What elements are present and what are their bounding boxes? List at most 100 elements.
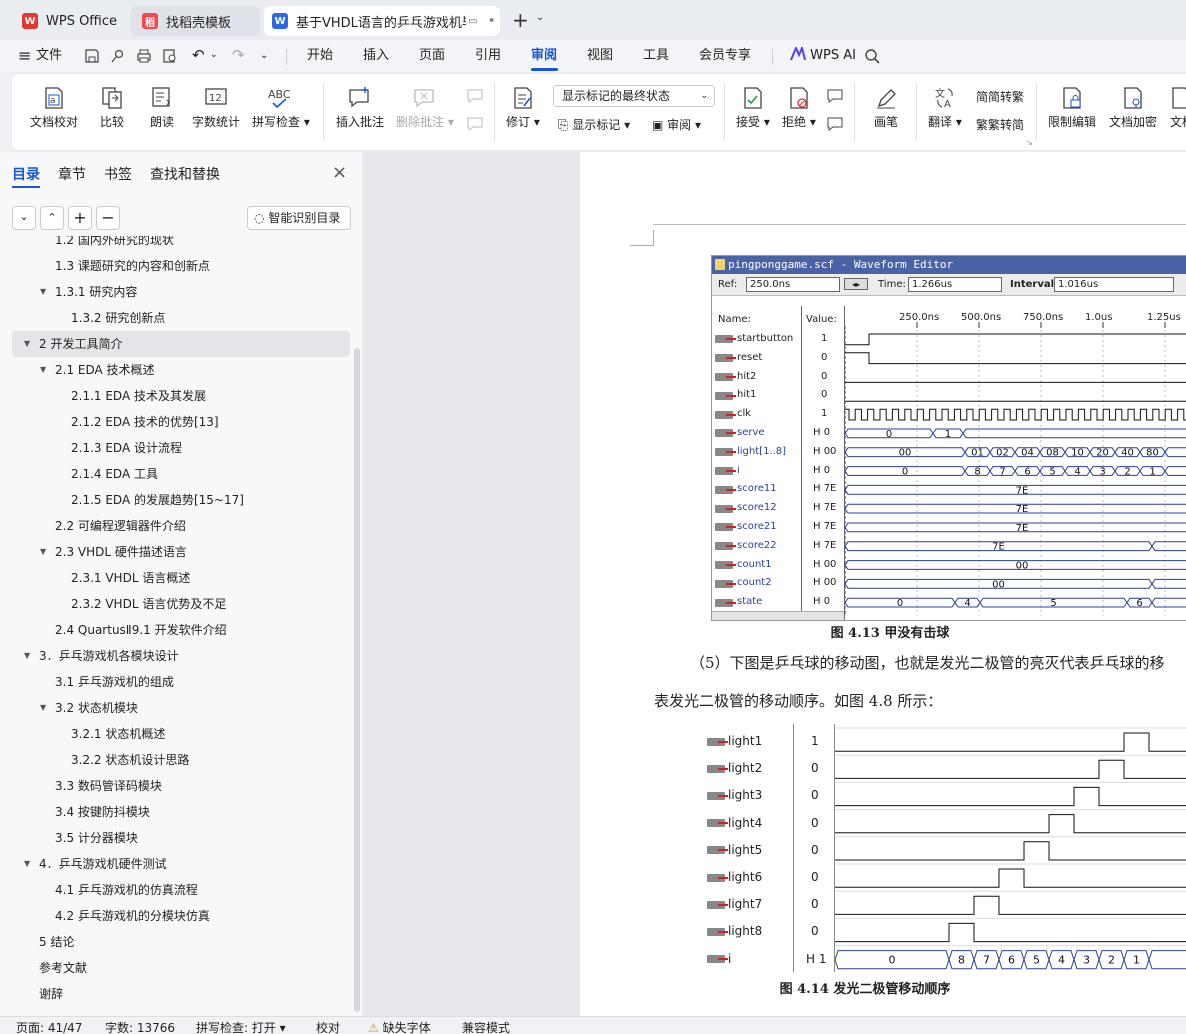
toc-item[interactable]: 3.4 按键防抖模块: [0, 799, 350, 825]
menu-references[interactable]: 引用: [475, 40, 501, 72]
tab-list-chevron-icon[interactable]: ⌄: [536, 12, 544, 23]
review-pane-button[interactable]: ▣ 审阅 ▾: [652, 116, 701, 133]
new-tab-plus-icon[interactable]: +: [512, 8, 529, 32]
undo-dropdown-icon[interactable]: ⌄: [210, 40, 218, 72]
toc-item[interactable]: 3.3 数码管译码模块: [0, 773, 350, 799]
compat-mode-status[interactable]: 兼容模式: [462, 1019, 510, 1034]
spell-check-button[interactable]: ABC 拼写检查 ▾: [252, 86, 310, 130]
pen-button[interactable]: 画笔: [874, 86, 898, 130]
toc-item[interactable]: 2.1.1 EDA 技术及其发展: [0, 383, 350, 409]
expand-triangle-icon[interactable]: ▼: [40, 539, 46, 565]
toc-item[interactable]: 2.4 QuartusⅡ9.1 开发软件介绍: [0, 617, 350, 643]
toc-item[interactable]: 2.1 EDA 技术概述 ▼: [0, 357, 350, 383]
prev-comment-icon[interactable]: [466, 88, 484, 107]
toc-item[interactable]: 3．乒乓游戏机各模块设计 ▼: [0, 643, 350, 669]
expand-triangle-icon[interactable]: ▼: [40, 695, 46, 721]
hamburger-icon[interactable]: ≡: [18, 40, 31, 72]
toc-item[interactable]: 4．乒乓游戏机硬件测试 ▼: [0, 851, 350, 877]
add-level-button[interactable]: +: [68, 206, 92, 230]
wps-ai-button[interactable]: WPS AI: [790, 40, 856, 72]
toc-item[interactable]: 2.3.1 VHDL 语言概述: [0, 565, 350, 591]
spell-check-status[interactable]: 拼写检查: 打开 ▾: [196, 1019, 286, 1034]
next-comment-icon[interactable]: [466, 116, 484, 135]
track-changes-button[interactable]: 修订 ▾: [506, 86, 540, 130]
menu-page[interactable]: 页面: [419, 40, 445, 72]
doc-check-button[interactable]: a 文档校对: [30, 86, 78, 130]
waveform-hscroll[interactable]: [712, 611, 844, 620]
tab-document[interactable]: W 基于VHDL语言的乒乓游戏机毕 ▭ •: [264, 6, 500, 36]
nav-tab-toc[interactable]: 目录: [12, 164, 40, 184]
nav-tab-bookmarks[interactable]: 书签: [104, 164, 132, 184]
tab-docer[interactable]: 稻 找稻壳模板: [130, 6, 260, 36]
next-change-icon[interactable]: [826, 116, 844, 135]
accept-button[interactable]: 接受 ▾: [736, 86, 770, 130]
toc-item[interactable]: 4.1 乒乓游戏机的仿真流程: [0, 877, 350, 903]
redo-icon[interactable]: ↷: [232, 40, 245, 72]
expand-triangle-icon[interactable]: ▼: [40, 357, 46, 383]
encrypt-doc-button[interactable]: 文档加密: [1109, 86, 1157, 130]
menu-file[interactable]: 文件: [36, 40, 62, 72]
menu-home[interactable]: 开始: [307, 40, 333, 72]
toc-item[interactable]: 2.3 VHDL 硬件描述语言 ▼: [0, 539, 350, 565]
toc-item[interactable]: 3.2 状态机模块 ▼: [0, 695, 350, 721]
toc-item[interactable]: 2 开发工具简介 ▼: [12, 331, 350, 357]
toc-item[interactable]: 1.3 课题研究的内容和创新点: [0, 253, 350, 279]
expand-triangle-icon[interactable]: ▼: [24, 643, 30, 669]
toc-item[interactable]: 1.2 国内外研究的现状: [0, 236, 350, 253]
tab-wps-office[interactable]: W WPS Office: [8, 6, 124, 36]
toc-item[interactable]: 3.5 计分器模块: [0, 825, 350, 851]
unsaved-dot-icon[interactable]: •: [487, 13, 495, 29]
collapse-down-button[interactable]: ⌄: [12, 206, 36, 230]
collapse-up-button[interactable]: ⌃: [40, 206, 64, 230]
toc-item[interactable]: 2.2 可编程逻辑器件介绍: [0, 513, 350, 539]
toc-item[interactable]: 1.3.2 研究创新点: [0, 305, 350, 331]
quick-access-chevron-icon[interactable]: ⌄: [260, 40, 268, 72]
toc-item[interactable]: 参考文献: [0, 955, 350, 981]
menu-insert[interactable]: 插入: [363, 40, 389, 72]
missing-font-status[interactable]: ⚠ 缺失字体: [368, 1019, 431, 1034]
insert-comment-button[interactable]: 插入批注: [336, 86, 384, 130]
prev-change-icon[interactable]: [826, 88, 844, 107]
toc-item[interactable]: 1.3.1 研究内容 ▼: [0, 279, 350, 305]
toc-item[interactable]: 2.1.3 EDA 设计流程: [0, 435, 350, 461]
toc-item[interactable]: 5 结论: [0, 929, 350, 955]
toc-item[interactable]: 4.2 乒乓游戏机的分模块仿真: [0, 903, 350, 929]
toc-item[interactable]: 3.1 乒乓游戏机的组成: [0, 669, 350, 695]
expand-triangle-icon[interactable]: ▼: [24, 851, 30, 877]
markup-state-dropdown[interactable]: 显示标记的最终状态 ⌄: [553, 85, 715, 107]
nav-tab-sections[interactable]: 章节: [58, 164, 86, 184]
toc-item[interactable]: 3.2.1 状态机概述: [0, 721, 350, 747]
delete-comment-button[interactable]: 删除批注 ▾: [396, 86, 454, 130]
to-simplified-button[interactable]: 繁繁转简: [976, 116, 1024, 133]
toc-item[interactable]: 2.1.4 EDA 工具: [0, 461, 350, 487]
toc-item[interactable]: 2.1.5 EDA 的发展趋势[15~17]: [0, 487, 350, 513]
menu-member[interactable]: 会员专享: [699, 40, 751, 72]
nav-tab-find-replace[interactable]: 查找和替换: [150, 164, 220, 184]
menu-tools[interactable]: 工具: [643, 40, 669, 72]
page-indicator[interactable]: 页面: 41/47: [16, 1019, 82, 1034]
word-count-indicator[interactable]: 字数: 13766: [105, 1019, 175, 1034]
remove-level-button[interactable]: −: [96, 206, 120, 230]
smart-toc-button[interactable]: ◌ 智能识别目录: [247, 206, 351, 230]
translate-button[interactable]: 文A 翻译 ▾: [928, 86, 962, 130]
toc-item[interactable]: 谢辞: [0, 981, 350, 1007]
expand-triangle-icon[interactable]: ▼: [24, 331, 30, 357]
proofread-status[interactable]: 校对: [316, 1019, 340, 1034]
word-count-button[interactable]: 12 字数统计: [192, 86, 240, 130]
restrict-editing-button[interactable]: 限制编辑: [1048, 86, 1096, 130]
toc-scrollbar[interactable]: [354, 348, 360, 1012]
menu-view[interactable]: 视图: [587, 40, 613, 72]
toc-item[interactable]: 2.1.2 EDA 技术的优势[13]: [0, 409, 350, 435]
print-icon[interactable]: [136, 40, 152, 72]
read-aloud-button[interactable]: 朗读: [150, 86, 174, 130]
print-preview-icon[interactable]: [162, 40, 178, 72]
expand-triangle-icon[interactable]: ▼: [40, 279, 46, 305]
reject-button[interactable]: 拒绝 ▾: [782, 86, 816, 130]
share-icon[interactable]: [110, 40, 126, 72]
toc-item[interactable]: 3.2.2 状态机设计思路: [0, 747, 350, 773]
compare-button[interactable]: 比较: [100, 86, 124, 130]
doc-more-button[interactable]: 文档: [1170, 86, 1186, 130]
show-markup-button[interactable]: ⎘ 显示标记 ▾: [558, 116, 630, 133]
close-pane-icon[interactable]: ×: [332, 162, 347, 183]
toc-item[interactable]: 2.3.2 VHDL 语言优势及不足: [0, 591, 350, 617]
